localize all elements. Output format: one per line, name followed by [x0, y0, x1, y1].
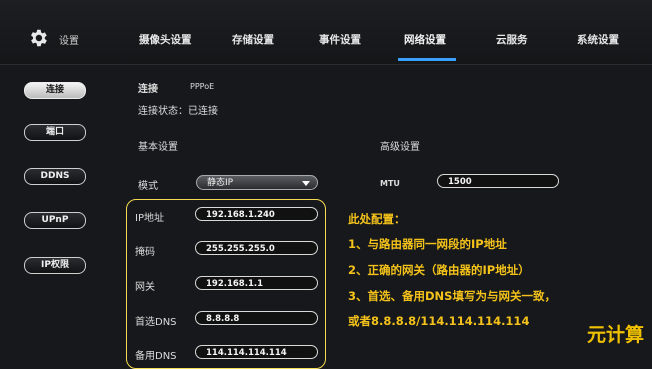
chevron-down-icon [302, 181, 310, 186]
sidebar-item-upnp[interactable]: UPnP [24, 212, 86, 229]
mode-select-value: 静态IP [207, 178, 234, 188]
gear-icon[interactable] [27, 27, 49, 49]
annotation-line-5: 或者8.8.8.8/114.114.114.114 [348, 314, 530, 328]
tab-storage-settings[interactable]: 存储设置 [232, 32, 274, 47]
pppoe-subtab[interactable]: PPPoE [190, 82, 214, 91]
tab-system-settings[interactable]: 系统设置 [577, 32, 619, 47]
tab-camera-settings[interactable]: 摄像头设置 [139, 32, 192, 47]
basic-settings-heading: 基本设置 [138, 142, 178, 153]
mode-label: 模式 [138, 181, 158, 192]
gateway-input[interactable]: 192.168.1.1 [195, 276, 318, 290]
secondary-dns-input[interactable]: 114.114.114.114 [195, 345, 318, 359]
top-navigation-bar: 设置 摄像头设置 存储设置 事件设置 网络设置 云服务 系统设置 [0, 0, 652, 65]
advanced-settings-heading: 高级设置 [380, 142, 420, 153]
ip-address-label: IP地址 [135, 213, 164, 224]
tab-event-settings[interactable]: 事件设置 [319, 32, 361, 47]
connection-status: 连接状态：已连接 [138, 106, 218, 117]
connection-subtab[interactable]: 连接 [138, 80, 158, 95]
tab-cloud-service[interactable]: 云服务 [496, 32, 528, 47]
mtu-input[interactable]: 1500 [437, 174, 559, 188]
annotation-line-3: 2、正确的网关（路由器的IP地址） [348, 263, 530, 277]
active-tab-indicator [398, 58, 456, 61]
subnet-mask-label: 掩码 [135, 247, 155, 258]
primary-dns-label: 首选DNS [135, 317, 177, 328]
mtu-label: MTU [380, 179, 400, 188]
settings-label: 设置 [59, 36, 79, 47]
subnet-mask-input[interactable]: 255.255.255.0 [195, 241, 318, 255]
sidebar-item-ddns[interactable]: DDNS [24, 168, 86, 185]
primary-dns-input[interactable]: 8.8.8.8 [195, 311, 318, 325]
annotation-line-1: 此处配置： [348, 212, 406, 226]
gateway-label: 网关 [135, 282, 155, 293]
sidebar-item-connection[interactable]: 连接 [24, 82, 86, 99]
annotation-line-4: 3、首选、备用DNS填写为与网关一致， [348, 289, 556, 303]
ip-address-input[interactable]: 192.168.1.240 [195, 207, 318, 221]
sidebar-item-port[interactable]: 端口 [24, 124, 86, 141]
watermark: 元计算 [587, 324, 645, 346]
tab-network-settings[interactable]: 网络设置 [404, 32, 446, 47]
sidebar-item-ip-permission[interactable]: IP权限 [24, 257, 86, 274]
annotation-line-2: 1、与路由器同一网段的IP地址 [348, 237, 507, 251]
mode-select[interactable]: 静态IP [196, 175, 318, 190]
